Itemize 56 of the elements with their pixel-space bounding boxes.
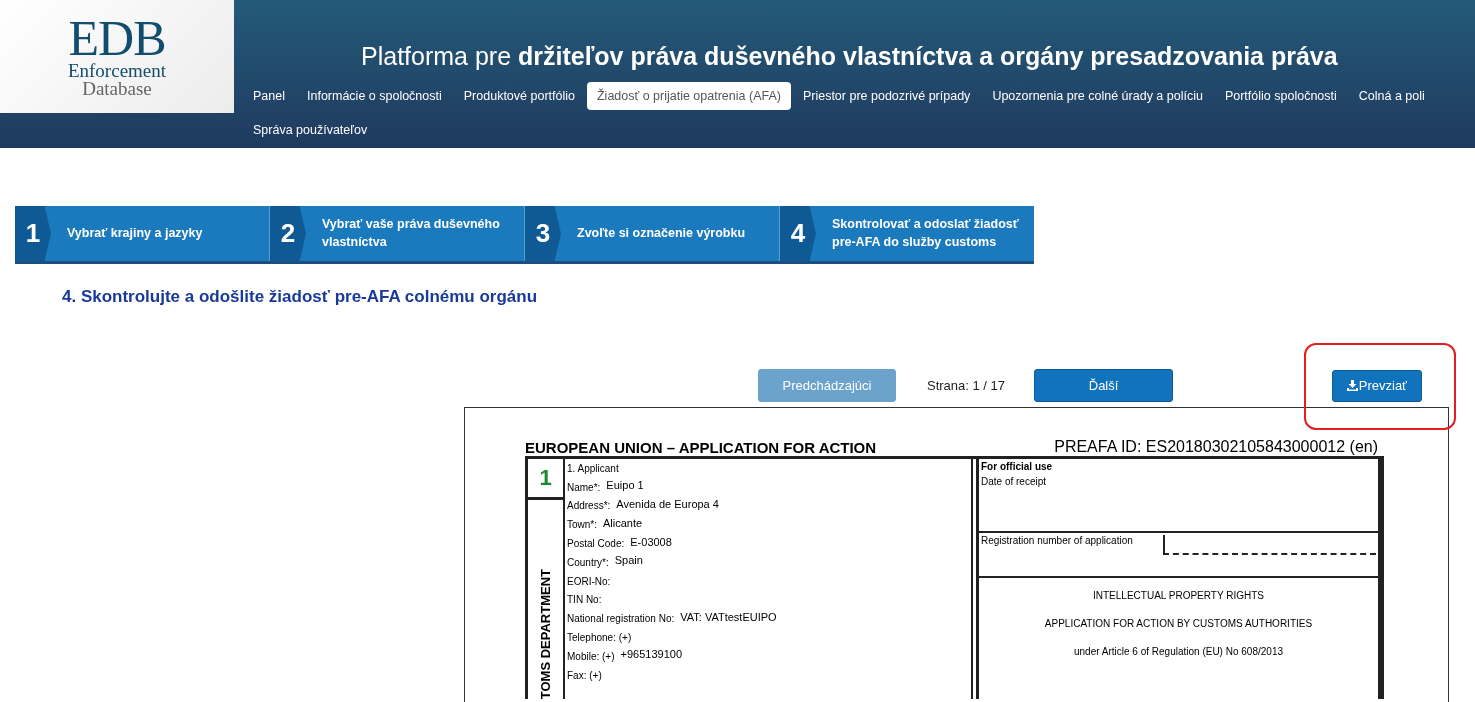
nav-tab[interactable]: Informácie o spoločnosti — [297, 82, 452, 110]
step-label: Skontrolovať a odoslať žiadosť pre-AFA do služby customs — [832, 216, 1020, 251]
field-label: Country*: — [567, 556, 609, 568]
document-title: EUROPEAN UNION – APPLICATION FOR ACTION — [525, 439, 877, 456]
field-value: Euipo 1 — [606, 479, 644, 492]
field-label: EORI-No: — [567, 575, 611, 587]
field-value: Alicante — [603, 516, 643, 529]
nav-tab[interactable]: Správa používateľov — [243, 116, 378, 144]
nav-tab[interactable]: Panel — [243, 82, 295, 110]
download-button[interactable]: Prevziať — [1331, 369, 1422, 402]
box-number: 1 — [528, 459, 563, 500]
nav-tab[interactable]: Colná a poli — [1348, 82, 1435, 110]
field-label: Postal Code: — [567, 538, 625, 550]
page-title: Platforma pre držiteľov práva duševného vlastníctva a orgány presadzovania práva — [361, 42, 1339, 71]
nav-tab[interactable]: Priestor pre podozrivé prípady — [792, 82, 981, 110]
registration-label: Registration number of application — [981, 535, 1133, 548]
field-label: Address*: — [567, 500, 611, 512]
step-number: 2 — [270, 206, 306, 261]
field-label: Mobile: (+) — [567, 650, 615, 662]
logo[interactable]: EDB Enforcement Database — [0, 0, 234, 113]
field-value: E-03008 — [630, 535, 672, 548]
step-number: 3 — [525, 206, 561, 261]
nav-tab[interactable]: Upozornenia pre colné úrady a políciu — [982, 82, 1213, 110]
logo-mark: EDB — [68, 14, 166, 63]
field-label: Telephone: (+) — [567, 632, 632, 644]
logo-text: Database — [82, 80, 152, 99]
field-label: 1. Applicant — [567, 462, 619, 474]
field-label: TIN No: — [567, 594, 602, 606]
field-value: +965139100 — [620, 648, 682, 661]
logo-text: Enforcement — [67, 62, 167, 81]
official-heading: For official use — [981, 461, 1054, 472]
side-label: TOMS DEPARTMENT — [538, 568, 553, 699]
nav-tab[interactable]: Portfólio spoločnosti — [1214, 82, 1347, 110]
step-label: Vybrať vaše práva duševného vlastníctva — [322, 216, 501, 251]
field-value: Spain — [614, 554, 643, 567]
notice-text: under Article 6 of Regulation (EU) No 608/2013 — [1074, 646, 1283, 657]
step-number: 1 — [15, 206, 51, 261]
notice-text: INTELLECTUAL PROPERTY RIGHTS — [1093, 590, 1264, 601]
field-value: VAT: VATtestEUIPO — [680, 610, 777, 623]
page-counter: Strana: 1 / 17 — [927, 378, 1006, 393]
next-button[interactable]: Ďalší — [1034, 369, 1174, 402]
step-label: Vybrať krajiny a jazyky — [67, 224, 204, 242]
section-heading: 4. Skontrolujte a odošlite žiadosť pre-AFA colnému orgánu — [62, 287, 539, 307]
step-label: Zvoľte si označenie výrobku — [577, 224, 747, 242]
nav-tab[interactable]: Žiadosť o prijatie opatrenia (AFA) — [586, 82, 791, 110]
notice-text: APPLICATION FOR ACTION BY CUSTOMS AUTHORITIES — [1044, 618, 1313, 629]
field-value: Avenida de Europa 4 — [616, 498, 719, 510]
field-label: Town*: — [567, 519, 597, 531]
date-label: Date of receipt — [981, 476, 1048, 487]
field-label: National registration No: — [567, 613, 675, 625]
document-id: PREAFA ID: ES20180302105843000012 (en) — [1054, 438, 1378, 456]
download-icon — [1346, 380, 1358, 391]
field-label: Name*: — [567, 481, 601, 493]
field-label: Fax: (+) — [567, 669, 602, 681]
nav-tab[interactable]: Produktové portfólio — [453, 82, 585, 110]
step-number: 4 — [780, 206, 816, 261]
